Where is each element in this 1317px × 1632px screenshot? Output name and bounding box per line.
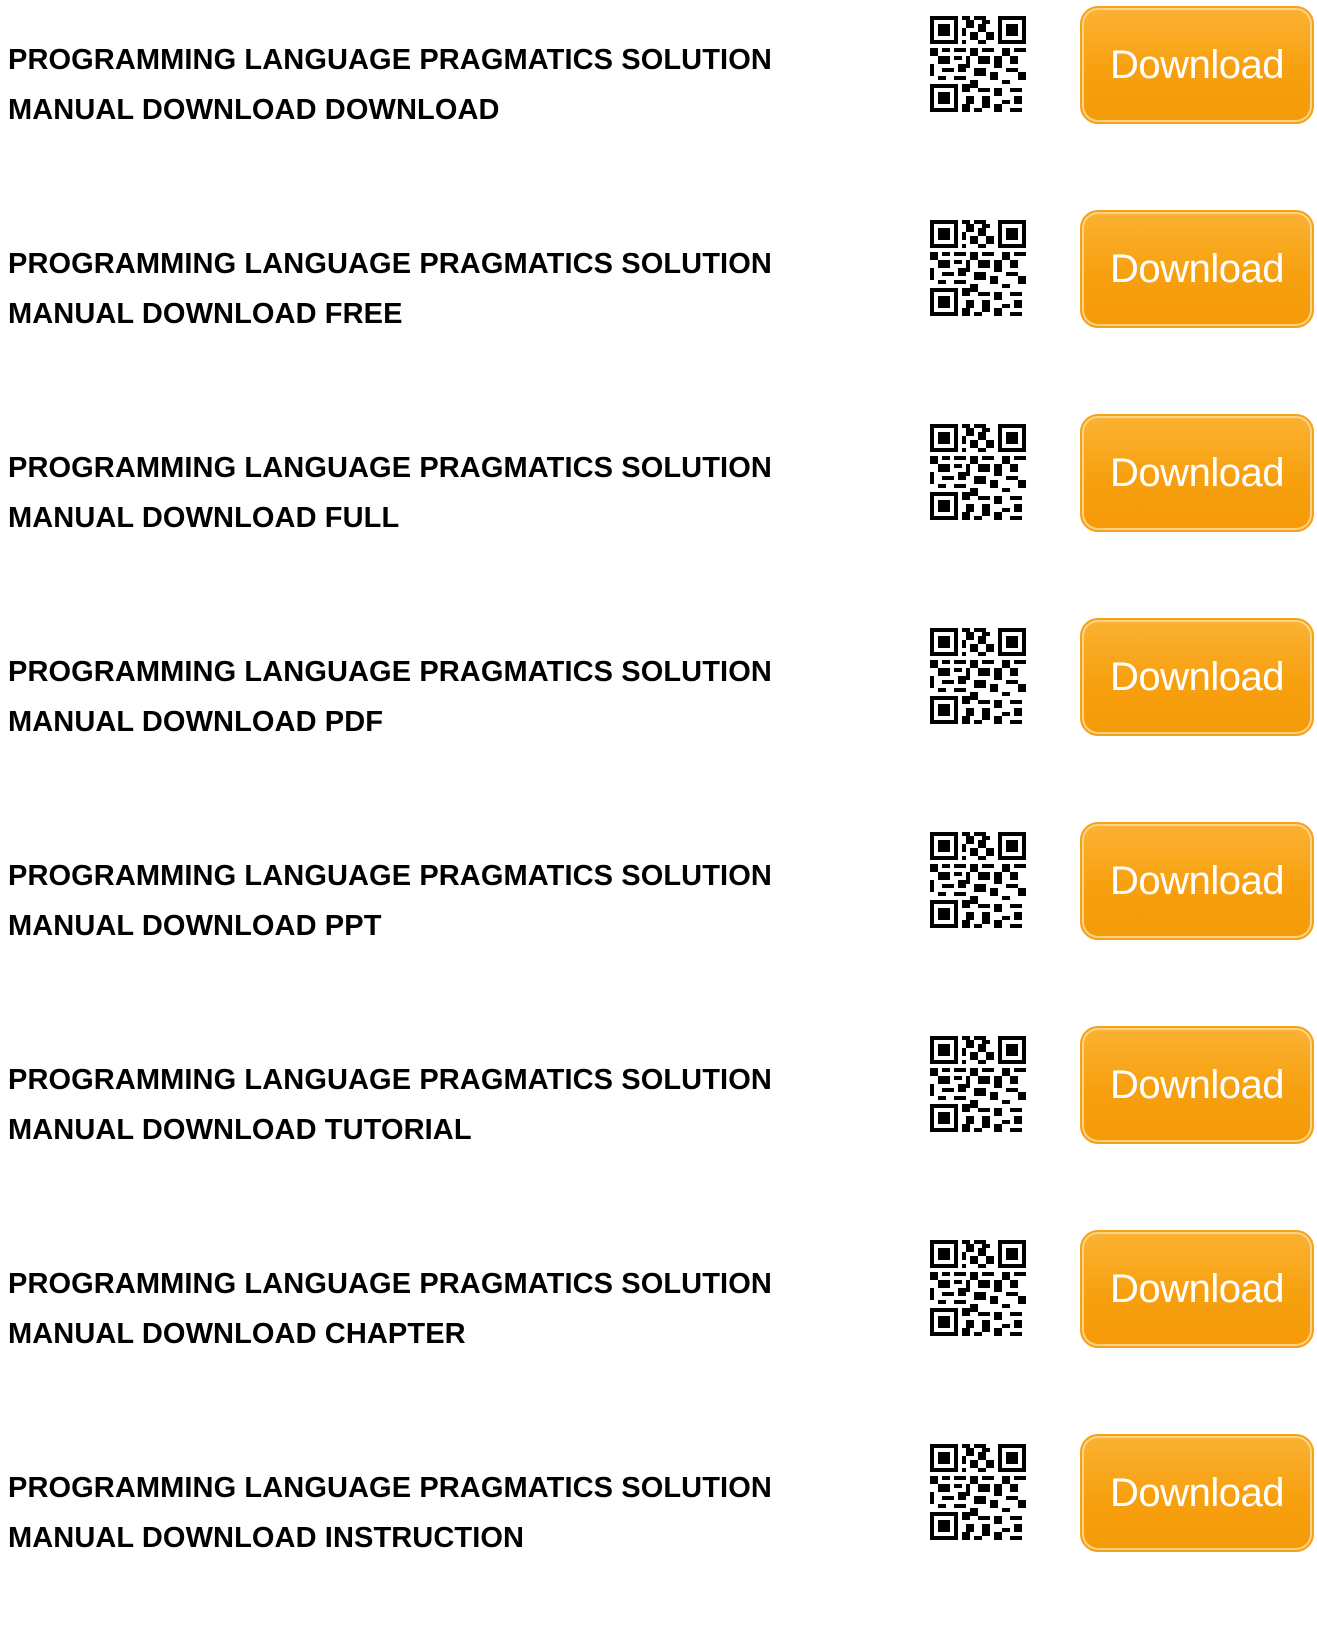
qr-code-icon [930, 628, 1026, 724]
download-button[interactable]: Download [1080, 6, 1314, 124]
list-item: PROGRAMMING LANGUAGE PRAGMATICS SOLUTION… [0, 1020, 1317, 1224]
download-button-label: Download [1110, 654, 1284, 699]
download-button-label: Download [1110, 1266, 1284, 1311]
download-button-label: Download [1110, 858, 1284, 903]
download-button-label: Download [1110, 42, 1284, 87]
item-title: PROGRAMMING LANGUAGE PRAGMATICS SOLUTION… [8, 452, 772, 534]
list-item: PROGRAMMING LANGUAGE PRAGMATICS SOLUTION… [0, 1428, 1317, 1632]
qr-code-icon [930, 832, 1026, 928]
item-title: PROGRAMMING LANGUAGE PRAGMATICS SOLUTION… [8, 1064, 772, 1146]
item-title: PROGRAMMING LANGUAGE PRAGMATICS SOLUTION… [8, 44, 772, 126]
item-title: PROGRAMMING LANGUAGE PRAGMATICS SOLUTION… [8, 1472, 772, 1554]
download-button[interactable]: Download [1080, 1230, 1314, 1348]
qr-code-icon [930, 424, 1026, 520]
item-title: PROGRAMMING LANGUAGE PRAGMATICS SOLUTION… [8, 656, 772, 738]
qr-code-icon [930, 220, 1026, 316]
download-button[interactable]: Download [1080, 1026, 1314, 1144]
list-item: PROGRAMMING LANGUAGE PRAGMATICS SOLUTION… [0, 408, 1317, 612]
download-button[interactable]: Download [1080, 414, 1314, 532]
list-item: PROGRAMMING LANGUAGE PRAGMATICS SOLUTION… [0, 1224, 1317, 1428]
download-button-label: Download [1110, 1062, 1284, 1107]
list-item: PROGRAMMING LANGUAGE PRAGMATICS SOLUTION… [0, 816, 1317, 1020]
item-title: PROGRAMMING LANGUAGE PRAGMATICS SOLUTION… [8, 248, 772, 330]
list-item: PROGRAMMING LANGUAGE PRAGMATICS SOLUTION… [0, 612, 1317, 816]
download-button[interactable]: Download [1080, 618, 1314, 736]
download-button[interactable]: Download [1080, 210, 1314, 328]
download-button-label: Download [1110, 450, 1284, 495]
download-button-label: Download [1110, 246, 1284, 291]
download-button[interactable]: Download [1080, 822, 1314, 940]
list-item: PROGRAMMING LANGUAGE PRAGMATICS SOLUTION… [0, 204, 1317, 408]
download-list: PROGRAMMING LANGUAGE PRAGMATICS SOLUTION… [0, 0, 1317, 1632]
list-item: PROGRAMMING LANGUAGE PRAGMATICS SOLUTION… [0, 0, 1317, 204]
download-button-label: Download [1110, 1470, 1284, 1515]
qr-code-icon [930, 1240, 1026, 1336]
item-title: PROGRAMMING LANGUAGE PRAGMATICS SOLUTION… [8, 1268, 772, 1350]
item-title: PROGRAMMING LANGUAGE PRAGMATICS SOLUTION… [8, 860, 772, 942]
qr-code-icon [930, 16, 1026, 112]
qr-code-icon [930, 1444, 1026, 1540]
download-button[interactable]: Download [1080, 1434, 1314, 1552]
qr-code-icon [930, 1036, 1026, 1132]
